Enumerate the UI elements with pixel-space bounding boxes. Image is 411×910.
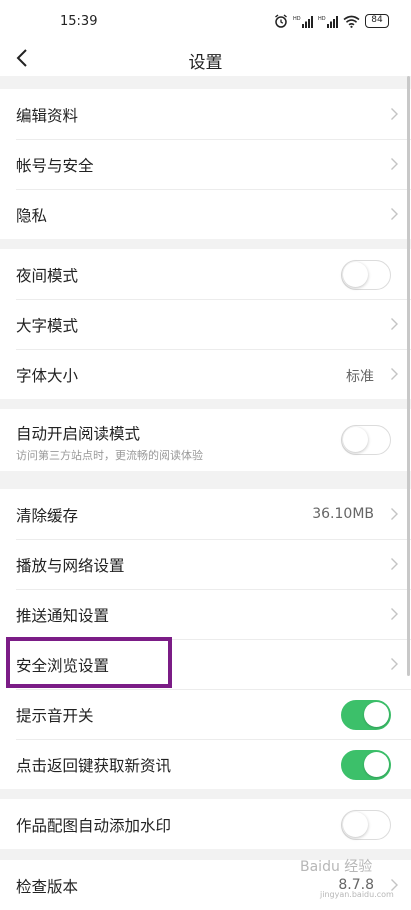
baidu-watermark-url: jingyan.baidu.com bbox=[320, 890, 394, 899]
chevron-right-icon bbox=[391, 368, 398, 380]
auto-watermark-toggle[interactable] bbox=[341, 810, 391, 840]
sound-switch-toggle[interactable] bbox=[341, 700, 391, 730]
settings-item-label: 作品配图自动添加水印 bbox=[16, 817, 172, 835]
toggle-knob bbox=[343, 262, 368, 287]
settings-item-label: 隐私 bbox=[16, 207, 48, 225]
chevron-right-icon bbox=[391, 108, 398, 120]
settings-item-label: 检查版本 bbox=[16, 878, 79, 896]
alarm-icon bbox=[275, 14, 287, 28]
settings-item-safe-browsing[interactable]: 安全浏览设置 bbox=[0, 639, 411, 689]
settings-item-label: 点击返回键获取新资讯 bbox=[16, 757, 172, 775]
signal-icon: HD bbox=[293, 15, 313, 28]
settings-item-push-notifications[interactable]: 推送通知设置 bbox=[0, 589, 411, 639]
svg-text:HD: HD bbox=[293, 16, 301, 22]
chevron-right-icon bbox=[391, 318, 398, 330]
settings-group-watermark: 作品配图自动添加水印 bbox=[0, 799, 411, 849]
nav-bar: 设置 bbox=[0, 40, 411, 76]
settings-item-auto-watermark: 作品配图自动添加水印 bbox=[0, 799, 411, 849]
chevron-right-icon bbox=[391, 158, 398, 170]
auto-reading-mode-toggle[interactable] bbox=[341, 425, 391, 455]
settings-group-profile: 编辑资料 帐号与安全 隐私 bbox=[0, 89, 411, 239]
settings-item-label: 播放与网络设置 bbox=[16, 557, 125, 575]
wifi-icon bbox=[343, 15, 360, 28]
settings-item-label: 编辑资料 bbox=[16, 107, 79, 125]
settings-group-reading: 自动开启阅读模式 访问第三方站点时，更流畅的阅读体验 bbox=[0, 409, 411, 471]
settings-item-font-size[interactable]: 字体大小 标准 bbox=[0, 349, 411, 399]
settings-item-label: 大字模式 bbox=[16, 317, 79, 335]
chevron-right-icon bbox=[391, 208, 398, 220]
settings-item-label: 自动开启阅读模式 bbox=[16, 425, 141, 443]
settings-item-playback-network[interactable]: 播放与网络设置 bbox=[0, 539, 411, 589]
settings-item-label: 安全浏览设置 bbox=[16, 657, 110, 675]
settings-item-sound-switch: 提示音开关 bbox=[0, 689, 411, 739]
settings-item-clear-cache[interactable]: 清除缓存 36.10MB bbox=[0, 489, 411, 539]
settings-item-account-security[interactable]: 帐号与安全 bbox=[0, 139, 411, 189]
settings-item-large-text[interactable]: 大字模式 bbox=[0, 299, 411, 349]
settings-item-label: 推送通知设置 bbox=[16, 607, 110, 625]
toggle-knob bbox=[343, 427, 368, 452]
settings-item-label: 帐号与安全 bbox=[16, 157, 94, 175]
toggle-knob bbox=[343, 812, 368, 837]
settings-item-night-mode: 夜间模式 bbox=[0, 249, 411, 299]
settings-item-back-key-refresh: 点击返回键获取新资讯 bbox=[0, 739, 411, 789]
night-mode-toggle[interactable] bbox=[341, 260, 391, 290]
chevron-right-icon bbox=[391, 508, 398, 520]
baidu-watermark: Baidu 经验 bbox=[300, 859, 373, 875]
battery-icon: 84 bbox=[365, 14, 389, 28]
settings-group-general: 清除缓存 36.10MB 播放与网络设置 推送通知设置 安全浏览设置 提示音开关… bbox=[0, 489, 411, 789]
settings-group-display: 夜间模式 大字模式 字体大小 标准 bbox=[0, 249, 411, 399]
page-title: 设置 bbox=[188, 53, 223, 73]
settings-item-label: 字体大小 bbox=[16, 367, 79, 385]
settings-item-label: 提示音开关 bbox=[16, 707, 94, 725]
back-key-refresh-toggle[interactable] bbox=[341, 750, 391, 780]
status-bar: 15:39 HD HD 84 bbox=[0, 0, 411, 40]
settings-item-privacy[interactable]: 隐私 bbox=[0, 189, 411, 239]
status-time: 15:39 bbox=[60, 14, 98, 29]
toggle-knob bbox=[364, 702, 389, 727]
cache-size-value: 36.10MB bbox=[312, 506, 374, 522]
svg-text:HD: HD bbox=[318, 16, 326, 22]
settings-item-edit-profile[interactable]: 编辑资料 bbox=[0, 89, 411, 139]
scrollbar[interactable] bbox=[407, 76, 410, 676]
font-size-value: 标准 bbox=[346, 369, 374, 385]
signal-icon: HD bbox=[318, 15, 338, 28]
toggle-knob bbox=[364, 752, 389, 777]
chevron-right-icon bbox=[391, 658, 398, 670]
chevron-right-icon bbox=[391, 608, 398, 620]
settings-item-description: 访问第三方站点时，更流畅的阅读体验 bbox=[16, 449, 203, 462]
settings-item-label: 夜间模式 bbox=[16, 267, 79, 285]
status-icons: HD HD 84 bbox=[274, 12, 389, 30]
settings-item-label: 清除缓存 bbox=[16, 507, 79, 525]
settings-item-auto-reading-mode: 自动开启阅读模式 访问第三方站点时，更流畅的阅读体验 bbox=[0, 409, 411, 471]
chevron-right-icon bbox=[391, 558, 398, 570]
